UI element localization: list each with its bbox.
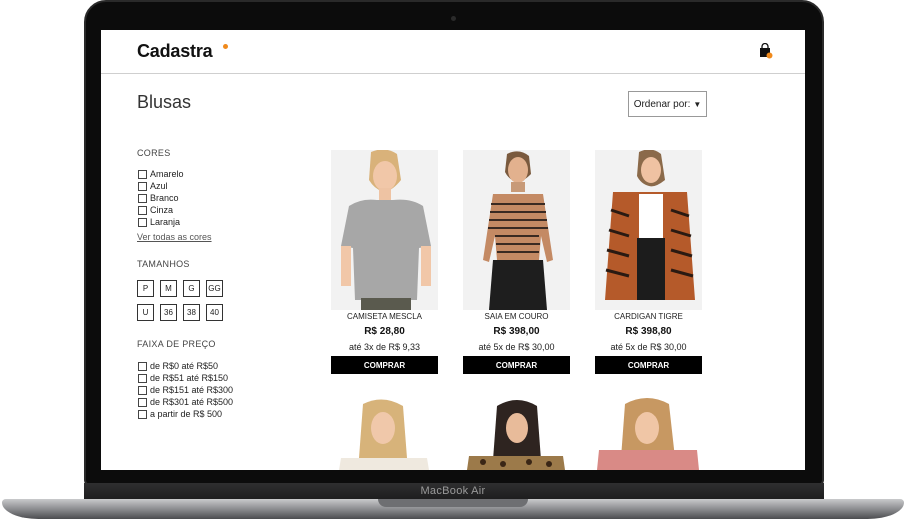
laptop-mockup: MacBook Air Cadastra Blusas Ordenar por:… bbox=[0, 0, 906, 520]
product-name[interactable]: CARDIGAN TIGRE bbox=[595, 312, 702, 321]
product-price: R$ 398,80 bbox=[625, 326, 672, 337]
price-option[interactable]: de R$301 até R$500 bbox=[138, 396, 233, 408]
price-option[interactable]: de R$151 até R$300 bbox=[138, 384, 233, 396]
size-option[interactable]: U bbox=[137, 304, 154, 321]
size-option[interactable]: 40 bbox=[206, 304, 223, 321]
color-option[interactable]: Cinza bbox=[138, 204, 173, 216]
color-option[interactable]: Azul bbox=[138, 180, 168, 192]
checkbox[interactable] bbox=[138, 385, 147, 395]
logo-dot-icon bbox=[223, 44, 228, 49]
site-header: Cadastra bbox=[101, 30, 805, 74]
size-option[interactable]: P bbox=[137, 280, 154, 297]
filter-sizes-title: TAMANHOS bbox=[137, 259, 190, 269]
product-price: R$ 398,00 bbox=[493, 326, 540, 337]
checkbox[interactable] bbox=[138, 193, 147, 203]
price-option[interactable]: de R$51 até R$150 bbox=[138, 372, 228, 384]
checkbox[interactable] bbox=[138, 397, 147, 407]
buy-button[interactable]: COMPRAR bbox=[463, 356, 570, 374]
checkbox[interactable] bbox=[138, 217, 147, 227]
checkbox[interactable] bbox=[138, 373, 147, 383]
checkbox[interactable] bbox=[138, 361, 147, 371]
product-image[interactable] bbox=[331, 150, 438, 310]
product-card[interactable]: CAMISETA MESCLA R$ 28,80 até 3x de R$ 9,… bbox=[331, 150, 438, 374]
product-image[interactable] bbox=[595, 398, 702, 470]
size-option[interactable]: 36 bbox=[160, 304, 177, 321]
product-card[interactable]: CARDIGAN TIGRE R$ 398,80 até 5x de R$ 30… bbox=[595, 150, 702, 374]
product-image[interactable] bbox=[331, 398, 438, 470]
chevron-down-icon: ▼ bbox=[693, 99, 702, 109]
sort-dropdown[interactable]: Ordenar por: ▼ bbox=[628, 91, 707, 117]
buy-button[interactable]: COMPRAR bbox=[595, 356, 702, 374]
product-card[interactable]: SAIA EM COURO R$ 398,00 até 5x de R$ 30,… bbox=[463, 150, 570, 374]
sort-label: Ordenar por: bbox=[633, 98, 691, 110]
color-option[interactable]: Branco bbox=[138, 192, 179, 204]
product-image[interactable] bbox=[463, 398, 570, 470]
size-option[interactable]: GG bbox=[206, 280, 223, 297]
checkbox[interactable] bbox=[138, 181, 147, 191]
size-option[interactable]: G bbox=[183, 280, 200, 297]
size-option[interactable]: 38 bbox=[183, 304, 200, 321]
laptop-notch bbox=[378, 499, 528, 507]
product-name[interactable]: SAIA EM COURO bbox=[463, 312, 570, 321]
checkbox[interactable] bbox=[138, 409, 147, 419]
price-option[interactable]: a partir de R$ 500 bbox=[138, 408, 222, 420]
see-all-colors-link[interactable]: Ver todas as cores bbox=[137, 232, 212, 242]
checkbox[interactable] bbox=[138, 205, 147, 215]
size-option[interactable]: M bbox=[160, 280, 177, 297]
camera-icon bbox=[451, 16, 456, 21]
product-installments: até 3x de R$ 9,33 bbox=[348, 342, 421, 352]
product-name[interactable]: CAMISETA MESCLA bbox=[331, 312, 438, 321]
device-label: MacBook Air bbox=[420, 485, 486, 497]
filter-colors-title: CORES bbox=[137, 148, 171, 158]
filter-price-title: FAIXA DE PREÇO bbox=[137, 339, 216, 349]
price-option[interactable]: de R$0 até R$50 bbox=[138, 360, 218, 372]
site-logo[interactable]: Cadastra bbox=[137, 41, 213, 62]
product-image[interactable] bbox=[463, 150, 570, 310]
color-option[interactable]: Amarelo bbox=[138, 168, 184, 180]
color-option[interactable]: Laranja bbox=[138, 216, 180, 228]
product-price: R$ 28,80 bbox=[364, 326, 405, 337]
product-installments: até 5x de R$ 30,00 bbox=[610, 342, 687, 352]
browser-screen: Cadastra Blusas Ordenar por: ▼ CORES Ama… bbox=[101, 30, 805, 470]
checkbox[interactable] bbox=[138, 169, 147, 179]
product-image[interactable] bbox=[595, 150, 702, 310]
product-installments: até 5x de R$ 30,00 bbox=[478, 342, 555, 352]
shopping-bag-icon[interactable] bbox=[759, 43, 773, 59]
buy-button[interactable]: COMPRAR bbox=[331, 356, 438, 374]
page-title: Blusas bbox=[137, 92, 192, 112]
